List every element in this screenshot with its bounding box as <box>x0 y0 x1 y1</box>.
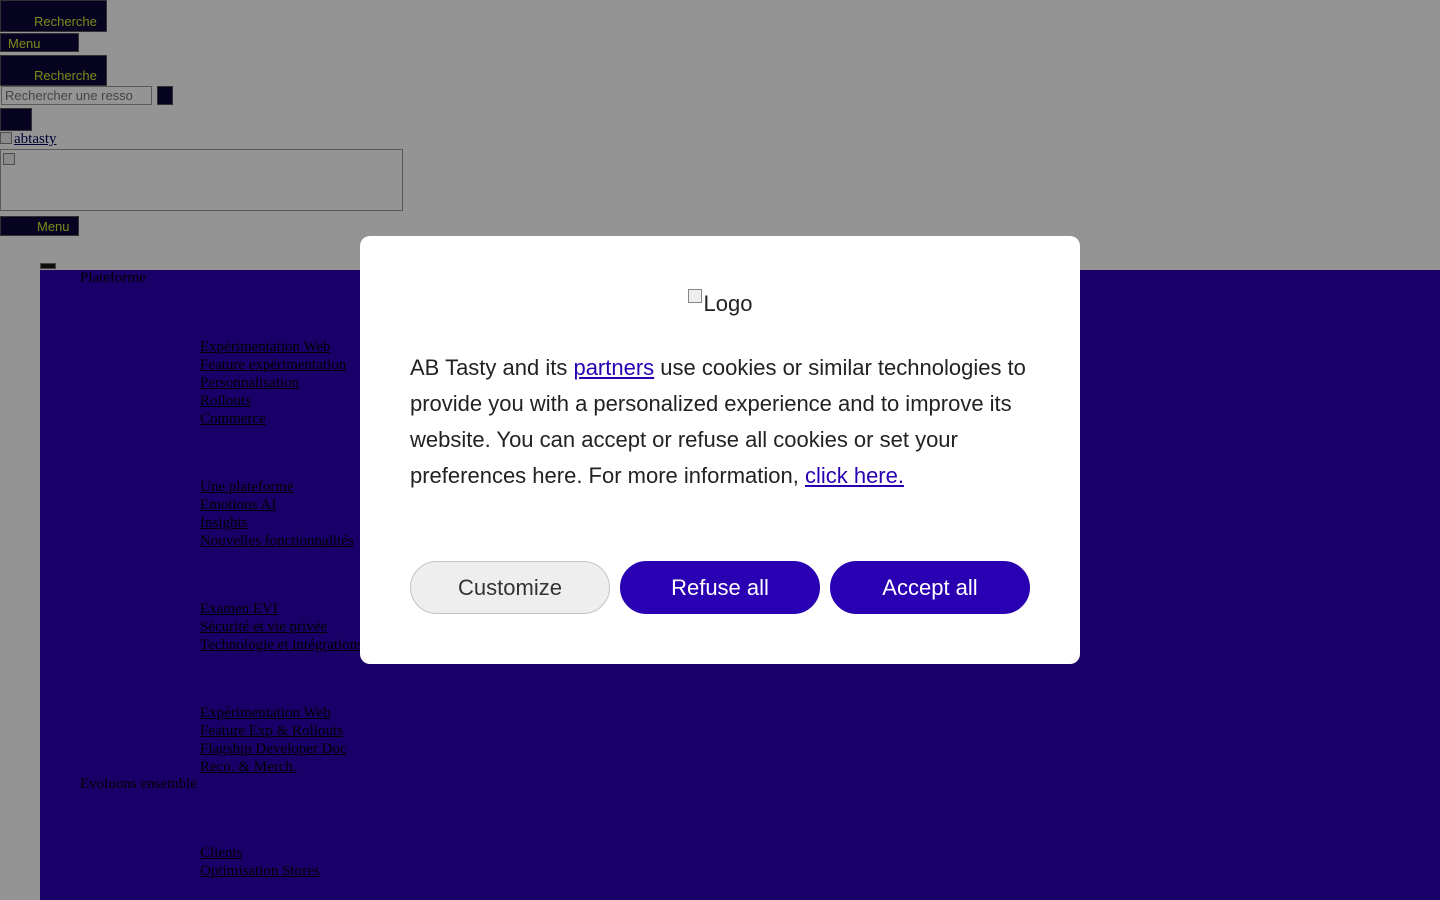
cookie-text-start: AB Tasty and its <box>410 355 574 380</box>
cookie-message: AB Tasty and its partners use cookies or… <box>410 350 1030 494</box>
more-info-link[interactable]: click here. <box>805 463 904 488</box>
partners-link[interactable]: partners <box>573 355 654 380</box>
modal-logo-alt: Logo <box>703 291 753 316</box>
refuse-all-button[interactable]: Refuse all <box>620 561 820 614</box>
accept-all-button[interactable]: Accept all <box>830 561 1030 614</box>
broken-image-icon <box>687 289 702 303</box>
modal-logo: Logo <box>410 286 1030 322</box>
cookie-consent-dialog: Logo AB Tasty and its partners use cooki… <box>360 236 1080 664</box>
cookie-actions: Customize Refuse all Accept all <box>410 561 1030 614</box>
customize-button[interactable]: Customize <box>410 561 610 614</box>
